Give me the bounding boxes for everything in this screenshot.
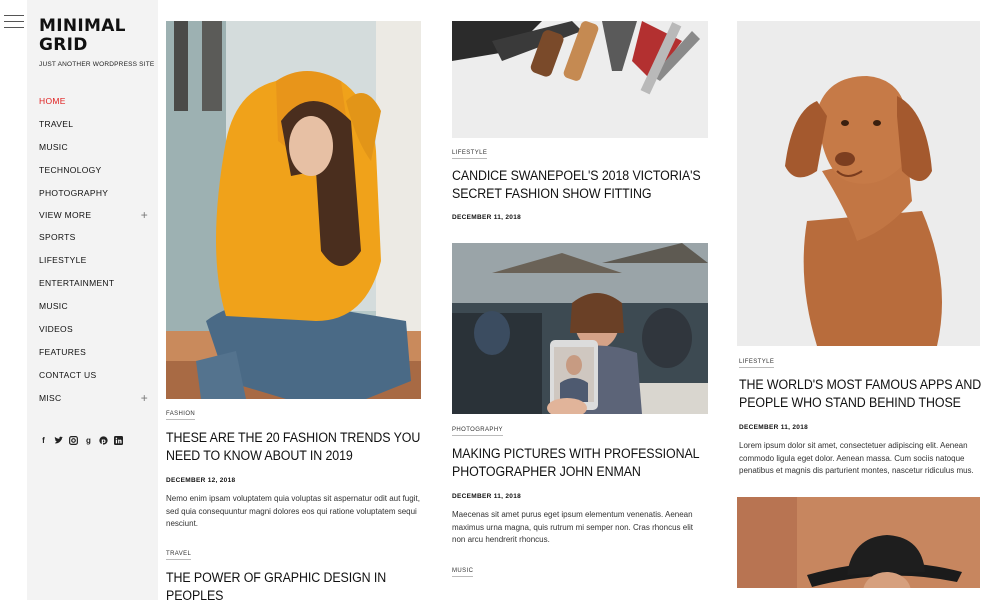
pinterest-icon[interactable]: p (99, 436, 108, 445)
expand-plus-icon[interactable]: + (141, 209, 148, 221)
category-badge[interactable]: TRAVEL (166, 551, 192, 560)
sidebar: MINIMAL GRID JUST ANOTHER WORDPRESS SITE… (27, 0, 158, 600)
menu-item-lifestyle[interactable]: LIFESTYLE (39, 248, 148, 271)
social-links: f g p (39, 436, 158, 445)
hamburger-menu-icon[interactable] (4, 15, 24, 31)
post-date: DECEMBER 11, 2018 (452, 493, 522, 500)
site-tagline: JUST ANOTHER WORDPRESS SITE (39, 61, 155, 68)
post-date: DECEMBER 11, 2018 (452, 214, 522, 221)
twitter-icon[interactable] (54, 436, 63, 445)
menu-item-music-2[interactable]: MUSIC (39, 294, 148, 317)
photographer-post-image[interactable] (452, 243, 708, 414)
menu-item-technology[interactable]: TECHNOLOGY (39, 158, 148, 181)
menu-item-videos[interactable]: VIDEOS (39, 317, 148, 340)
linkedin-icon[interactable] (114, 436, 123, 445)
menu-item-view-more[interactable]: VIEW MORE + (39, 204, 148, 225)
post-title[interactable]: MAKING PICTURES WITH PROFESSIONAL PHOTOG… (452, 445, 710, 481)
post-excerpt: Lorem ipsum dolor sit amet, consectetuer… (739, 441, 974, 475)
menu-item-misc[interactable]: MISC + (39, 386, 148, 409)
category-badge[interactable]: LIFESTYLE (739, 359, 775, 368)
menu-item-features[interactable]: FEATURES (39, 340, 148, 363)
menu-item-travel[interactable]: TRAVEL (39, 112, 148, 135)
hat-woman-post-image[interactable] (737, 497, 980, 588)
fashion-post-image[interactable] (166, 21, 421, 399)
category-badge[interactable]: LIFESTYLE (452, 150, 488, 159)
category-badge[interactable]: PHOTOGRAPHY (452, 427, 503, 436)
tools-post-image[interactable] (452, 21, 708, 138)
post-title[interactable]: THESE ARE THE 20 FASHION TRENDS YOU NEED… (166, 429, 424, 465)
post-date: DECEMBER 11, 2018 (739, 424, 809, 431)
site-title[interactable]: MINIMAL GRID (39, 17, 129, 55)
post-excerpt: Nemo enim ipsam voluptatem quia voluptas… (166, 494, 420, 528)
post-excerpt: Maecenas sit amet purus eget ipsum eleme… (452, 510, 693, 544)
svg-text:p: p (101, 438, 106, 445)
facebook-icon[interactable]: f (39, 436, 48, 445)
menu-item-entertainment[interactable]: ENTERTAINMENT (39, 271, 148, 294)
menu-item-home[interactable]: HOME (39, 89, 148, 112)
post-title[interactable]: CANDICE SWANEPOEL'S 2018 VICTORIA'S SECR… (452, 167, 710, 203)
main-menu: HOME TRAVEL MUSIC TECHNOLOGY PHOTOGRAPHY… (39, 89, 158, 409)
instagram-icon[interactable] (69, 436, 78, 445)
post-title[interactable]: THE POWER OF GRAPHIC DESIGN IN PEOPLES (166, 569, 424, 600)
menu-item-contact-us[interactable]: CONTACT US (39, 363, 148, 386)
category-badge[interactable]: FASHION (166, 411, 196, 420)
category-badge[interactable]: MUSIC (452, 568, 474, 577)
dog-post-image[interactable] (737, 21, 980, 346)
google-plus-icon[interactable]: g (84, 436, 93, 445)
menu-item-photography[interactable]: PHOTOGRAPHY (39, 181, 148, 204)
expand-plus-icon[interactable]: + (141, 392, 148, 404)
post-date: DECEMBER 12, 2018 (166, 477, 236, 484)
post-title[interactable]: THE WORLD'S MOST FAMOUS APPS AND PEOPLE … (739, 376, 997, 412)
menu-item-music[interactable]: MUSIC (39, 135, 148, 158)
menu-item-sports[interactable]: SPORTS (39, 225, 148, 248)
